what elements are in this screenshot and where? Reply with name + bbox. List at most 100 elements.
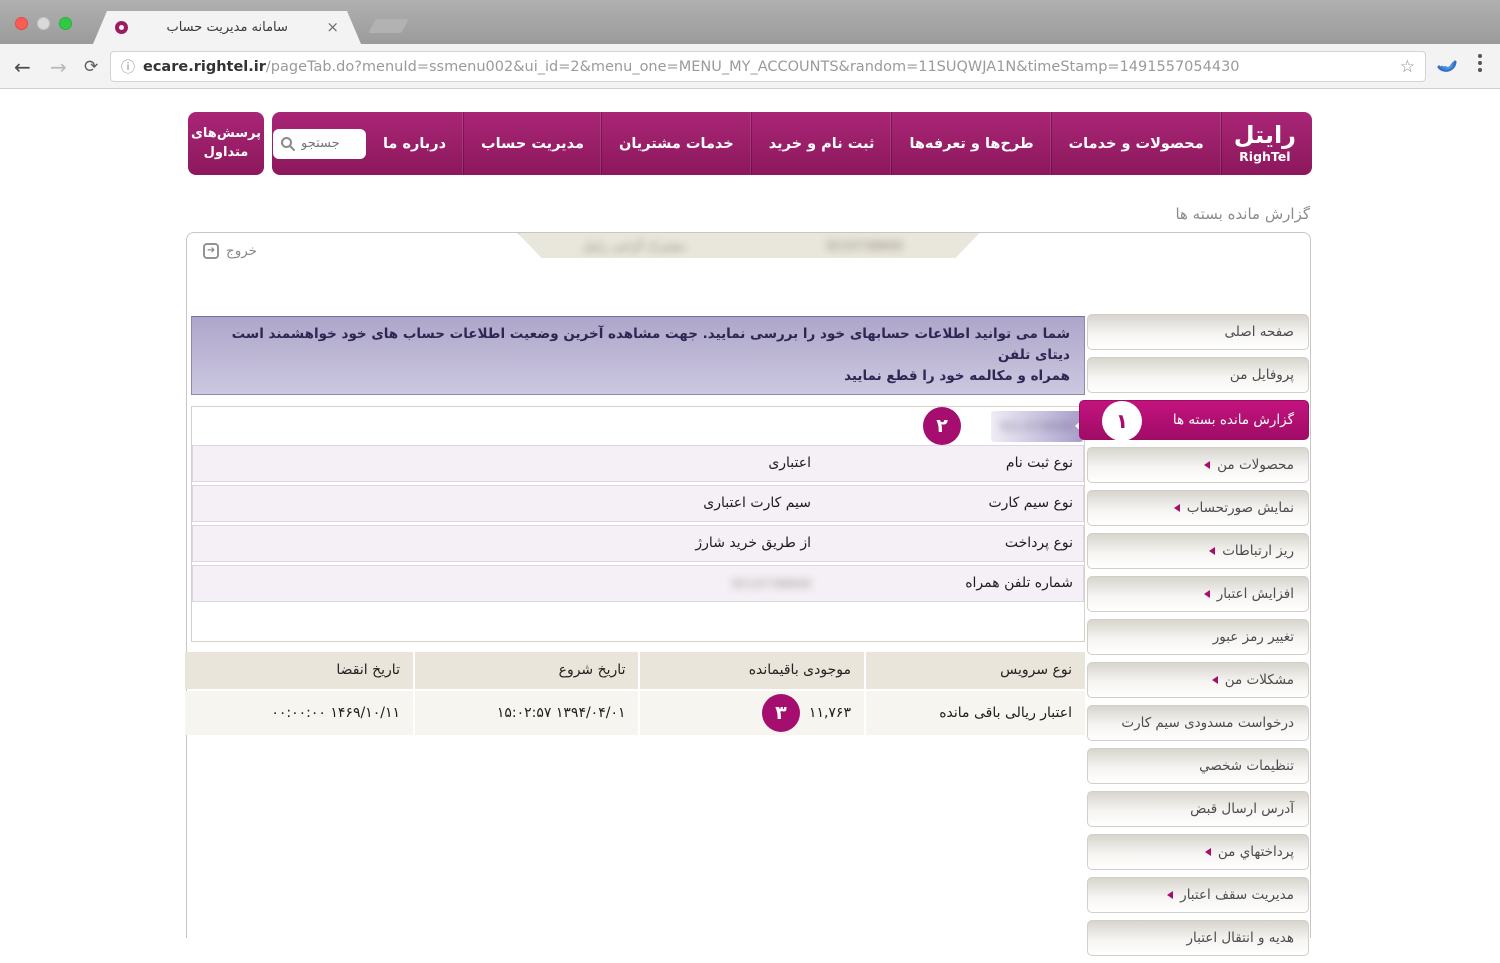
sidebar-item-personal-settings[interactable]: تنظیمات شخصي [1087, 748, 1309, 784]
logout-button[interactable]: خروج ➜ [203, 243, 257, 259]
account-content: شما می توانید اطلاعات حسابهای خود را برر… [191, 316, 1085, 735]
logo-farsi: رایتل [1234, 123, 1296, 148]
extension-icon[interactable] [1436, 54, 1458, 80]
sidebar-item-package-balance-report[interactable]: گزارش مانده بسته ها ۱ [1079, 400, 1309, 440]
content-panel: 9210738849 مشترک گرامی رایتل خروج ➜ شما … [186, 232, 1311, 938]
page-title: گزارش مانده بسته ها [1175, 205, 1310, 223]
sidebar-item-home[interactable]: صفحه اصلی [1087, 314, 1309, 350]
notice-line2: همراه و مکالمه خود را قطع نمایید [206, 366, 1070, 387]
info-label: شماره تلفن همراه [965, 575, 1083, 591]
new-tab-button[interactable] [368, 19, 408, 33]
sidebar-item-label: گزارش مانده بسته ها [1173, 412, 1294, 428]
cell-service-type: اعتبار ریالی باقی مانده [866, 691, 1085, 735]
info-label: نوع ثبت نام [1006, 455, 1083, 471]
nav-item-signup-purchase[interactable]: ثبت نام و خرید [752, 112, 893, 175]
masked-account-name: مشترک گرامی رایتل [582, 239, 685, 253]
balance-table-row: اعتبار ریالی باقی مانده ۱۱,۷۶۳ ۳ ۱۳۹۴/۰۴… [191, 691, 1085, 735]
window-controls[interactable] [15, 17, 72, 30]
faq-line1: پرسش‌های [188, 125, 264, 144]
notice-line1: شما می توانید اطلاعات حسابهای خود را برر… [206, 324, 1070, 366]
balance-value: ۱۱,۷۶۳ [809, 705, 851, 721]
sidebar-item-increase-credit[interactable]: افزایش اعتبار [1087, 576, 1309, 612]
phone-number-tab[interactable]: 921-0738849 [991, 411, 1083, 442]
browser-titlebar: سامانه مدیریت حساب × [0, 0, 1500, 44]
reload-icon[interactable]: ⟳ [84, 44, 98, 89]
sidebar-item-credit-transfer[interactable]: هدیه و انتقال اعتبار [1087, 920, 1309, 956]
sidebar-item-credit-limit-management[interactable]: مدیریت سقف اعتبار [1087, 877, 1309, 913]
sidebar-item-call-details[interactable]: ریز ارتباطات [1087, 533, 1309, 569]
main-navbar: رایتل RighTel محصولات و خدمات طرح‌ها و ت… [272, 112, 1312, 175]
info-value: از طریق خرید شارژ [695, 535, 811, 551]
tab-close-icon[interactable]: × [326, 20, 339, 35]
masked-mobile-number: 9210738849 [731, 576, 811, 591]
cell-remaining-balance: ۱۱,۷۶۳ ۳ [640, 691, 864, 735]
sidebar-item-label: تغییر رمز عبور [1213, 629, 1294, 645]
sidebar-item-label: محصولات من [1217, 457, 1294, 473]
search-icon [280, 136, 296, 152]
account-selector-tab[interactable]: 9210738849 مشترک گرامی رایتل [518, 233, 980, 258]
sidebar-item-label: مشکلات من [1225, 672, 1294, 688]
nav-item-customer-services[interactable]: خدمات مشتریان [602, 112, 752, 175]
sidebar-item-simcard-block-request[interactable]: درخواست مسدودی سیم کارت [1087, 705, 1309, 741]
address-bar[interactable]: ⓘ ecare.rightel.ir/pageTab.do?menuId=ssm… [110, 51, 1426, 82]
browser-tab[interactable]: سامانه مدیریت حساب × [93, 11, 361, 44]
masked-phone-tab-number: 921-0738849 [1000, 420, 1074, 433]
logo-latin: RighTel [1239, 149, 1290, 164]
submenu-arrow-icon [1204, 461, 1210, 469]
info-row-mobile-number: شماره تلفن همراه 9210738849 [192, 565, 1084, 602]
header-service-type: نوع سرویس [866, 652, 1085, 689]
nav-item-account-management[interactable]: مدیریت حساب [464, 112, 602, 175]
cell-expiry-date: ۱۴۶۹/۱۰/۱۱ ۰۰:۰۰:۰۰ [185, 691, 413, 735]
sidebar-item-label: افزایش اعتبار [1217, 586, 1294, 602]
sidebar-item-my-products[interactable]: محصولات من [1087, 447, 1309, 483]
sidebar-item-my-profile[interactable]: پروفایل من [1087, 357, 1309, 393]
info-row-registration-type: نوع ثبت نام اعتباری [192, 445, 1084, 482]
sidebar-item-label: پرداختهاي من [1218, 844, 1294, 860]
sidebar-item-change-password[interactable]: تغییر رمز عبور [1087, 619, 1309, 655]
logout-exit-icon: ➜ [203, 243, 219, 259]
nav-item-about-us[interactable]: درباره ما [366, 112, 464, 175]
browser-menu-icon[interactable] [1478, 54, 1482, 72]
balance-table: نوع سرویس موجودی باقیمانده تاریخ شروع تا… [191, 652, 1085, 735]
rightel-logo[interactable]: رایتل RighTel [1222, 112, 1312, 175]
sidebar-item-label: صفحه اصلی [1225, 324, 1294, 340]
rightel-favicon-icon [115, 21, 128, 34]
phone-tab-row: 921-0738849 ۲ [192, 407, 1084, 445]
submenu-arrow-icon [1174, 504, 1180, 512]
back-icon[interactable]: ← [14, 44, 31, 89]
page-info-icon[interactable]: ⓘ [121, 57, 135, 77]
header-remaining-balance: موجودی باقیمانده [640, 652, 864, 689]
url-text[interactable]: ecare.rightel.ir/pageTab.do?menuId=ssmen… [143, 59, 1392, 75]
sidebar-item-label: مدیریت سقف اعتبار [1180, 887, 1294, 903]
account-sidebar: صفحه اصلی پروفایل من گزارش مانده بسته ها… [1087, 314, 1309, 963]
info-row-simcard-type: نوع سیم کارت سیم کارت اعتباری [192, 485, 1084, 522]
sidebar-item-my-payments[interactable]: پرداختهاي من [1087, 834, 1309, 870]
info-label: نوع پرداخت [1005, 535, 1083, 551]
submenu-arrow-icon [1205, 848, 1211, 856]
header-expiry-date: تاریخ انقضا [185, 652, 413, 689]
sidebar-item-bill-address[interactable]: آدرس ارسال قبض [1087, 791, 1309, 827]
nav-item-products-services[interactable]: محصولات و خدمات [1052, 112, 1222, 175]
zoom-window-button[interactable] [59, 17, 72, 30]
faq-button[interactable]: پرسش‌های متداول [188, 112, 264, 175]
info-row-payment-type: نوع پرداخت از طریق خرید شارژ [192, 525, 1084, 562]
account-name-tab[interactable]: مشترک گرامی رایتل [518, 233, 750, 258]
sidebar-item-label: نمایش صورتحساب [1187, 500, 1294, 516]
close-window-button[interactable] [15, 17, 28, 30]
sidebar-item-my-problems[interactable]: مشکلات من [1087, 662, 1309, 698]
browser-toolbar: ← → ⟳ ⓘ ecare.rightel.ir/pageTab.do?menu… [0, 44, 1500, 89]
minimize-window-button[interactable] [37, 17, 50, 30]
bookmark-star-icon[interactable]: ☆ [1400, 57, 1415, 77]
nav-item-plans-tariffs[interactable]: طرح‌ها و تعرفه‌ها [892, 112, 1051, 175]
search-box [273, 129, 366, 159]
balance-table-header: نوع سرویس موجودی باقیمانده تاریخ شروع تا… [191, 652, 1085, 689]
info-label: نوع سیم کارت [988, 495, 1083, 511]
info-value: اعتباری [768, 455, 811, 471]
account-number-tab[interactable]: 9210738849 [749, 233, 980, 258]
sidebar-item-view-bill[interactable]: نمایش صورتحساب [1087, 490, 1309, 526]
masked-account-number: 9210738849 [826, 239, 902, 253]
step-badge-2: ۲ [923, 407, 961, 445]
submenu-arrow-icon [1167, 891, 1173, 899]
submenu-arrow-icon [1209, 547, 1215, 555]
cell-start-date: ۱۳۹۴/۰۴/۰۱ ۱۵:۰۲:۵۷ [415, 691, 639, 735]
